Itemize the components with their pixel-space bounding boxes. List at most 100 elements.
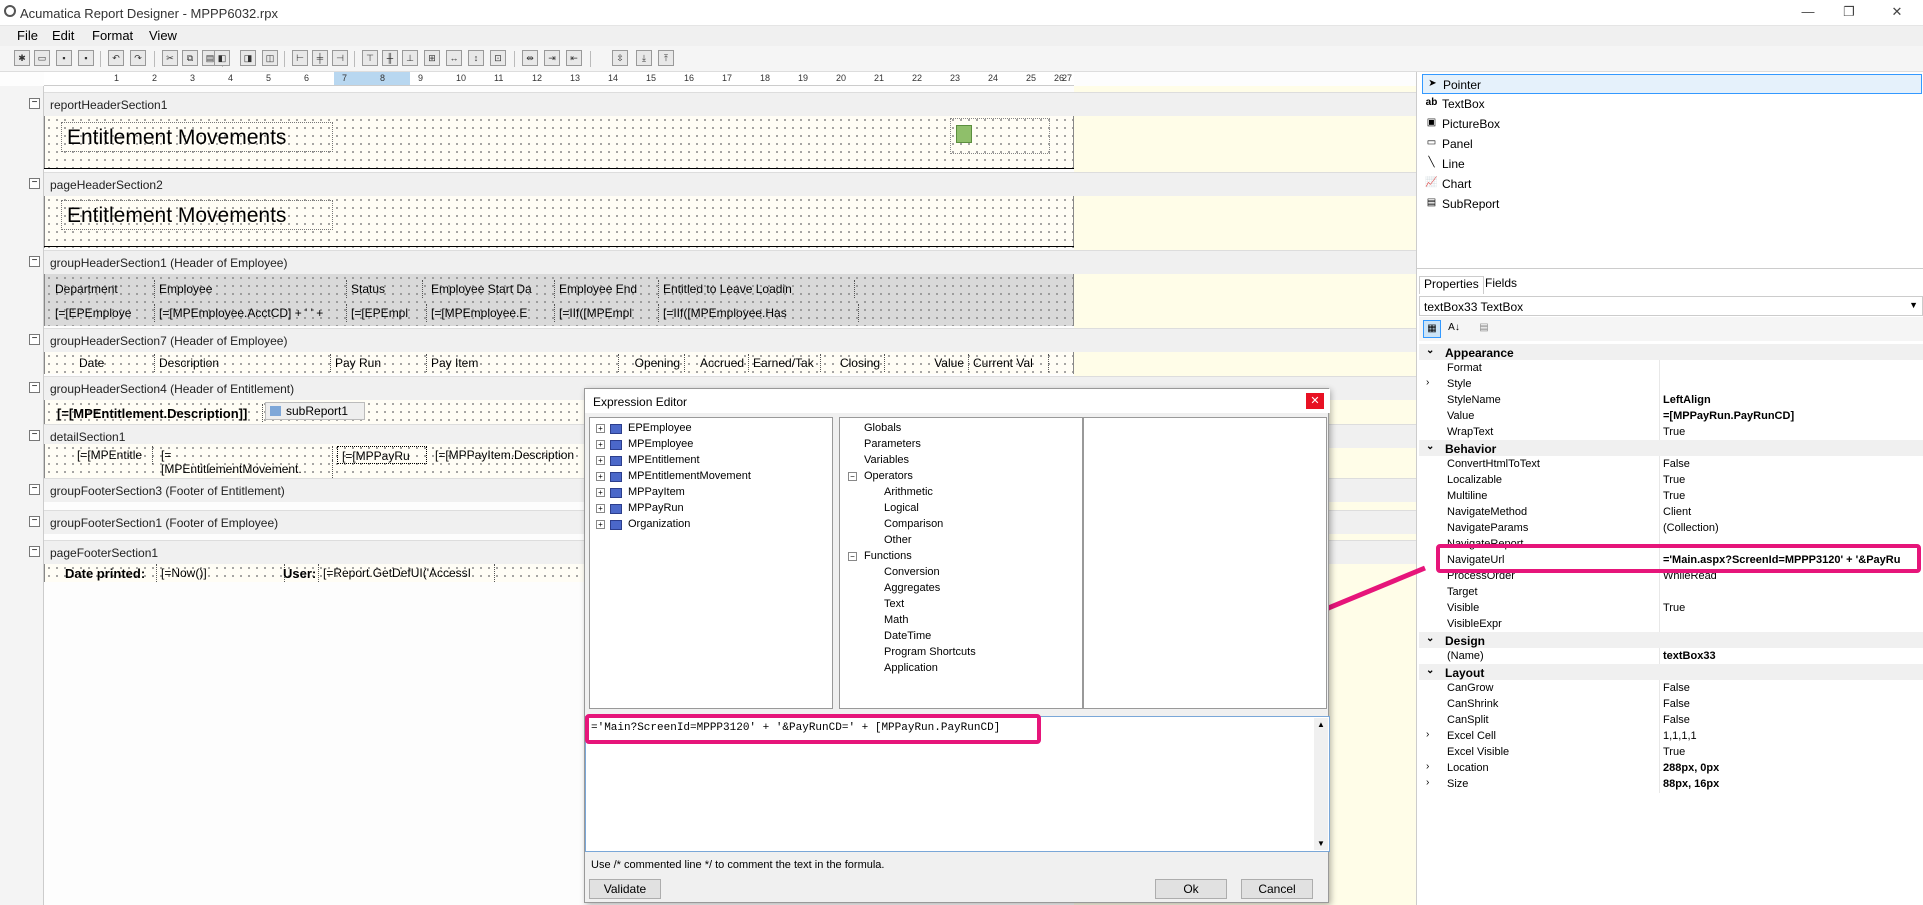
new-icon[interactable]: ✱ — [14, 50, 30, 66]
tree-item-table[interactable]: MPPayRun — [628, 502, 684, 514]
field-entitlement-description[interactable]: [=[MPEntitlement.Description]] — [53, 404, 263, 422]
property-row[interactable]: ConvertHtmlToText False — [1419, 456, 1923, 472]
restore-icon[interactable]: ❐ — [1838, 2, 1860, 22]
property-row[interactable]: Excel Visible True — [1419, 744, 1923, 760]
toolbox-chart[interactable]: 📈 Chart — [1422, 174, 1922, 194]
hspace-equal-icon[interactable]: ⇹ — [522, 50, 538, 66]
tree-item-table[interactable]: MPEntitlement — [628, 454, 700, 466]
expand-chevron-icon[interactable]: › — [1426, 729, 1429, 740]
report-title-textbox[interactable]: Entitlement Movements — [61, 122, 333, 152]
column-pay-run[interactable]: Pay Run — [331, 354, 427, 372]
tree-item-function[interactable]: DateTime — [884, 630, 931, 642]
property-row[interactable]: › Size 88px, 16px — [1419, 776, 1923, 792]
column-accrued[interactable]: Accrued — [685, 354, 749, 372]
property-row[interactable]: NavigateMethod Client — [1419, 504, 1923, 520]
menu-view[interactable]: View — [149, 28, 177, 43]
collapse-icon[interactable]: − — [29, 430, 40, 441]
user-label[interactable]: User: — [279, 564, 319, 582]
toolbox-picturebox[interactable]: ▣ PictureBox — [1422, 114, 1922, 134]
date-printed-field[interactable]: [=Now()] — [157, 564, 285, 582]
column-header-department[interactable]: Department — [51, 280, 155, 298]
collapse-icon[interactable]: − — [848, 552, 857, 561]
hspace-inc-icon[interactable]: ⇥ — [544, 50, 560, 66]
subreport-control[interactable]: subReport1 — [265, 402, 365, 420]
collapse-icon[interactable]: − — [29, 178, 40, 189]
property-row[interactable]: VisibleExpr — [1419, 616, 1923, 632]
expand-icon[interactable]: + — [596, 504, 605, 513]
align-top-icon[interactable]: ⊤ — [362, 50, 378, 66]
expand-icon[interactable]: + — [596, 520, 605, 529]
same-size-icon[interactable]: ⊞ — [424, 50, 440, 66]
tree-item-function[interactable]: Operators — [864, 470, 913, 482]
alphabetical-icon[interactable]: A↓ — [1445, 320, 1463, 338]
property-row[interactable]: Visible True — [1419, 600, 1923, 616]
tree-item-function[interactable]: Program Shortcuts — [884, 646, 976, 658]
property-value[interactable]: textBox33 — [1663, 650, 1921, 662]
property-row[interactable]: StyleName LeftAlign — [1419, 392, 1923, 408]
property-value[interactable]: (Collection) — [1663, 522, 1921, 534]
collapse-icon[interactable]: − — [29, 382, 40, 393]
user-field[interactable]: [=Report.GetDefUI('AccessI — [319, 564, 495, 582]
field-employee[interactable]: [=[MPEmployee.AcctCD] + ' ' + — [155, 304, 347, 322]
tree-item-function[interactable]: Logical — [884, 502, 919, 514]
toolbox-textbox[interactable]: ab TextBox — [1422, 94, 1922, 114]
property-row[interactable]: CanSplit False — [1419, 712, 1923, 728]
toolbox-panel[interactable]: ▭ Panel — [1422, 134, 1922, 154]
align-center-icon[interactable]: ╪ — [312, 50, 328, 66]
tree-item-function[interactable]: Arithmetic — [884, 486, 933, 498]
redo-icon[interactable]: ↷ — [130, 50, 146, 66]
date-printed-label[interactable]: Date printed: — [61, 564, 157, 582]
property-value[interactable]: 288px, 0px — [1663, 762, 1921, 774]
field-payitem-description[interactable]: [=[MPPayItem.Description — [431, 446, 591, 464]
section-body-page-header[interactable]: Entitlement Movements — [44, 196, 1074, 248]
align-right-icon[interactable]: ⊣ — [332, 50, 348, 66]
expand-chevron-icon[interactable]: › — [1426, 377, 1429, 388]
group-icon[interactable]: ◫ — [262, 50, 278, 66]
vspace-equal-icon[interactable]: ⇳ — [612, 50, 628, 66]
dialog-close-icon[interactable]: ✕ — [1306, 393, 1324, 409]
property-row[interactable]: CanShrink False — [1419, 696, 1923, 712]
undo-icon[interactable]: ↶ — [108, 50, 124, 66]
column-description[interactable]: Description — [155, 354, 331, 372]
tree-item-function[interactable]: Conversion — [884, 566, 940, 578]
tree-item-table[interactable]: MPEmployee — [628, 438, 693, 450]
expression-text[interactable]: ='Main?ScreenId=MPPP3120' + '&PayRunCD='… — [591, 722, 1000, 734]
expand-chevron-icon[interactable]: › — [1426, 777, 1429, 788]
collapse-icon[interactable]: − — [29, 334, 40, 345]
align-bottom-icon[interactable]: ⊥ — [402, 50, 418, 66]
tree-item-table[interactable]: MPEntitlementMovement — [628, 470, 751, 482]
field-department[interactable]: [=[EPEmploye — [51, 304, 155, 322]
close-icon[interactable]: ✕ — [1886, 2, 1908, 22]
property-value[interactable]: True — [1663, 490, 1921, 502]
column-opening[interactable]: Opening — [621, 354, 685, 372]
column-header-start-date[interactable]: Employee Start Da — [427, 280, 555, 298]
property-value[interactable]: False — [1663, 698, 1921, 710]
save-as-icon[interactable]: ▪ — [78, 50, 94, 66]
toolbox-pointer[interactable]: ➤ Pointer — [1422, 74, 1922, 94]
property-row[interactable]: Multiline True — [1419, 488, 1923, 504]
size-grid-icon[interactable]: ⊡ — [490, 50, 506, 66]
tree-item-function[interactable]: Other — [884, 534, 912, 546]
property-category[interactable]: ⌄ Appearance — [1419, 344, 1923, 360]
column-current-value[interactable]: Current Val — [969, 354, 1049, 372]
property-category[interactable]: ⌄ Behavior — [1419, 440, 1923, 456]
property-row[interactable]: Value =[MPPayRun.PayRunCD] — [1419, 408, 1923, 424]
property-value[interactable]: LeftAlign — [1663, 394, 1921, 406]
property-value[interactable]: False — [1663, 458, 1921, 470]
property-value[interactable]: 1,1,1,1 — [1663, 730, 1921, 742]
property-value[interactable]: True — [1663, 474, 1921, 486]
column-header-employee[interactable]: Employee — [155, 280, 347, 298]
expand-icon[interactable]: + — [596, 456, 605, 465]
column-header-status[interactable]: Status — [347, 280, 423, 298]
column-value[interactable]: Value — [905, 354, 969, 372]
section-header-report[interactable]: reportHeaderSection1 — [44, 92, 1416, 116]
property-value[interactable]: False — [1663, 682, 1921, 694]
field-payrun-selected[interactable]: [=[MPPayRu — [337, 446, 427, 464]
vspace-dec-icon[interactable]: ⤒ — [658, 50, 674, 66]
property-row[interactable]: NavigateParams (Collection) — [1419, 520, 1923, 536]
menu-edit[interactable]: Edit — [52, 28, 74, 43]
tab-properties[interactable]: Properties — [1419, 276, 1484, 294]
section-body-report-header[interactable]: Entitlement Movements — [44, 116, 1074, 168]
toolbox-subreport[interactable]: ▤ SubReport — [1422, 194, 1922, 214]
copy-icon[interactable]: ⧉ — [182, 50, 198, 66]
